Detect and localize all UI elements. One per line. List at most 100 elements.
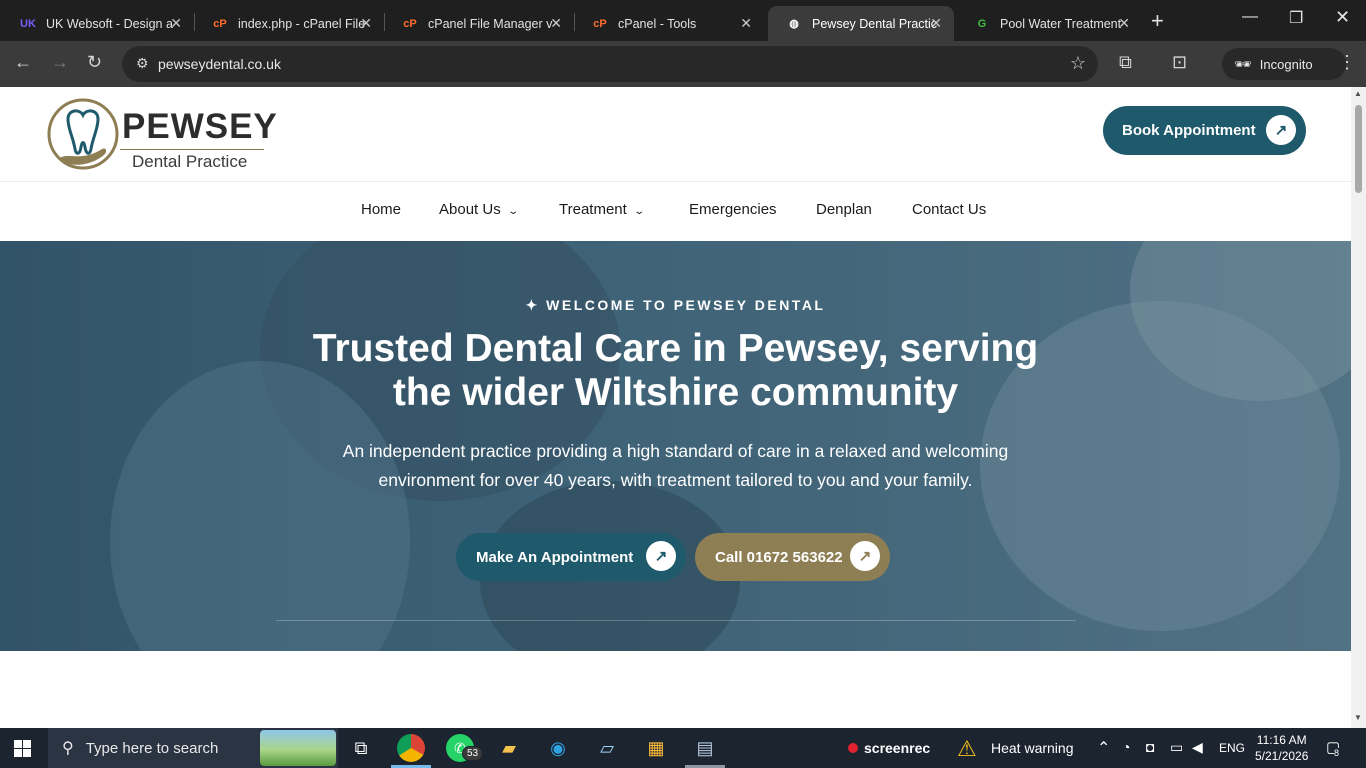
scroll-down-icon[interactable]: ▼: [1354, 713, 1362, 722]
hero-description: An independent practice providing a high…: [342, 441, 1009, 490]
windows-start-icon[interactable]: [14, 740, 31, 757]
restore-icon[interactable]: ❐: [1289, 8, 1303, 28]
task-view-icon[interactable]: ⧉: [347, 734, 375, 762]
camera-icon[interactable]: ◘: [1146, 739, 1154, 755]
warning-icon[interactable]: ⚠: [957, 736, 977, 762]
arrow-up-right-icon: ↗: [646, 541, 676, 571]
incognito-indicator[interactable]: 🕶 Incognito: [1222, 48, 1346, 80]
logo-divider: [120, 149, 264, 150]
cast-search-icon[interactable]: ⊡: [1172, 52, 1187, 73]
book-appointment-label: Book Appointment: [1122, 122, 1256, 139]
search-highlight-image[interactable]: [260, 730, 336, 766]
volume-icon[interactable]: ◀: [1192, 739, 1203, 756]
browser-tab-strip: UK UK Websoft - Design a ✕ cP index.php …: [0, 0, 1366, 41]
reload-icon[interactable]: ↻: [87, 52, 102, 73]
microsoft-store-icon[interactable]: ▦: [642, 734, 670, 762]
cpanel-favicon-icon: cP: [213, 17, 227, 30]
tab-cpanel-file-manager[interactable]: cP cPanel File Manager v ✕: [384, 6, 574, 41]
back-arrow-icon[interactable]: ←: [14, 52, 32, 73]
make-appointment-label: Make An Appointment: [476, 548, 634, 566]
tab-title: cPanel File Manager v: [428, 16, 553, 31]
chevron-down-icon: ⌄: [507, 206, 519, 217]
nav-treatment[interactable]: Treatment ⌄: [559, 201, 645, 218]
windows-taskbar: ⚲ Type here to search ⧉ ✆ 53 ▰ ◉ ▱ ▦ ▤ s…: [0, 728, 1366, 768]
arrow-up-right-icon: ↗: [1266, 115, 1296, 145]
hero-section: ✦ WELCOME TO PEWSEY DENTAL Trusted Denta…: [0, 241, 1351, 651]
arrow-up-right-icon: ↗: [850, 541, 880, 571]
tab-uk-websoft[interactable]: UK UK Websoft - Design a ✕: [2, 6, 194, 41]
nav-about-us[interactable]: About Us ⌄: [439, 201, 519, 218]
close-tab-icon[interactable]: ✕: [360, 15, 372, 32]
close-tab-icon[interactable]: ✕: [550, 15, 562, 32]
close-tab-icon[interactable]: ✕: [740, 15, 752, 32]
file-explorer-icon[interactable]: ▰: [495, 734, 523, 762]
taskbar-search-placeholder: Type here to search: [85, 739, 219, 757]
nav-denplan[interactable]: Denplan: [816, 201, 872, 218]
uk-websoft-favicon-icon: UK: [20, 17, 36, 30]
page-scrollbar[interactable]: ▲ ▼: [1351, 87, 1366, 728]
close-tab-icon[interactable]: ✕: [930, 15, 942, 32]
tab-pewsey-dental[interactable]: ◍ Pewsey Dental Practic ✕: [768, 6, 954, 41]
hero-title: Trusted Dental Care in Pewsey, serving t…: [312, 327, 1039, 414]
web-page: PEWSEY Dental Practice Book Appointment …: [0, 87, 1351, 728]
battery-icon[interactable]: ▭: [1170, 739, 1183, 756]
tab-title: Pewsey Dental Practic: [812, 16, 938, 31]
nav-contact-us[interactable]: Contact Us: [912, 201, 986, 218]
site-info-icon[interactable]: ⚙: [136, 55, 149, 72]
cpanel-favicon-icon: cP: [403, 17, 417, 30]
nav-treatment-label: Treatment: [559, 201, 627, 218]
call-button[interactable]: Call 01672 563622 ↗: [695, 533, 890, 581]
nav-emergencies[interactable]: Emergencies: [689, 201, 777, 218]
logo-wordmark: PEWSEY: [122, 107, 278, 146]
minimize-icon[interactable]: —: [1242, 8, 1258, 26]
tooth-favicon-icon: ◍: [789, 18, 799, 30]
tab-title: index.php - cPanel File: [238, 16, 366, 31]
remote-desktop-icon[interactable]: ▤: [691, 734, 719, 762]
address-bar[interactable]: ⚙ pewseydental.co.uk ☆: [122, 46, 1098, 82]
close-tab-icon[interactable]: ✕: [170, 15, 182, 32]
extensions-icon[interactable]: ⧉: [1119, 52, 1132, 73]
screenrec-indicator[interactable]: screenrec: [848, 740, 930, 756]
clock-date: 5/21/2026: [1255, 749, 1309, 763]
tab-cpanel-tools[interactable]: cP cPanel - Tools ✕: [574, 6, 764, 41]
chrome-icon[interactable]: [397, 734, 425, 762]
tray-chevron-up-icon[interactable]: ⌃: [1097, 738, 1110, 758]
hero-eyebrow: ✦ WELCOME TO PEWSEY DENTAL: [525, 297, 826, 313]
search-icon: ⚲: [62, 740, 74, 757]
menu-kebab-icon[interactable]: ⋮: [1338, 52, 1356, 73]
scroll-thumb[interactable]: [1355, 105, 1362, 193]
site-logo[interactable]: PEWSEY Dental Practice: [46, 97, 278, 173]
hero-divider: [276, 620, 1076, 621]
cpanel-favicon-icon: cP: [593, 17, 607, 30]
edge-icon[interactable]: ◉: [544, 734, 572, 762]
book-appointment-button[interactable]: Book Appointment ↗: [1103, 106, 1306, 155]
taskbar-search-box[interactable]: ⚲ Type here to search: [48, 728, 338, 768]
close-tab-icon[interactable]: ✕: [1118, 15, 1130, 32]
tab-index-php[interactable]: cP index.php - cPanel File ✕: [194, 6, 384, 41]
main-navigation: Home About Us ⌄ Treatment ⌄ Emergencies De…: [0, 182, 1351, 241]
wifi-icon[interactable]: ◔: [1122, 739, 1130, 755]
bookmark-star-icon[interactable]: ☆: [1070, 53, 1086, 74]
whatsapp-badge: 53: [462, 746, 484, 761]
make-appointment-button[interactable]: Make An Appointment ↗: [456, 533, 686, 581]
address-url[interactable]: pewseydental.co.uk: [158, 56, 281, 72]
language-indicator[interactable]: ENG: [1219, 741, 1245, 755]
system-clock[interactable]: 11:16 AM 5/21/2026: [1255, 732, 1308, 764]
green-g-favicon-icon: G: [977, 17, 987, 30]
incognito-label: Incognito: [1259, 56, 1313, 72]
forward-arrow-icon[interactable]: →: [51, 52, 69, 73]
close-window-icon[interactable]: ✕: [1335, 7, 1350, 28]
nav-about-us-label: About Us: [439, 201, 501, 218]
nav-home[interactable]: Home: [361, 201, 401, 218]
incognito-icon: 🕶: [1234, 55, 1252, 72]
heat-warning-label[interactable]: Heat warning: [991, 740, 1074, 756]
new-tab-plus-icon[interactable]: +: [1151, 8, 1164, 34]
tab-title: UK Websoft - Design a: [46, 16, 173, 31]
screenrec-label: screenrec: [864, 740, 931, 756]
scroll-up-icon[interactable]: ▲: [1354, 89, 1362, 98]
tab-title: cPanel - Tools: [618, 16, 697, 31]
tab-pool-water[interactable]: G Pool Water Treatment ✕: [956, 6, 1142, 41]
notepad-icon[interactable]: ▱: [593, 734, 621, 762]
record-dot-icon: [848, 743, 858, 753]
tab-title: Pool Water Treatment: [1000, 16, 1122, 31]
